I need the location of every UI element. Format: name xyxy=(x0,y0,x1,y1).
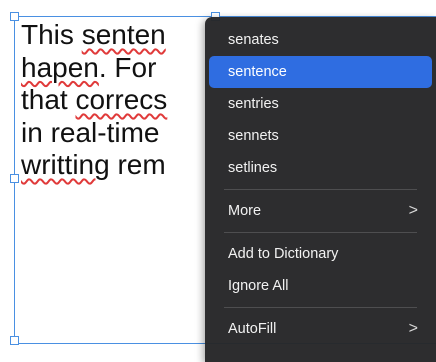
suggestion-sentries[interactable]: sentries xyxy=(209,88,432,120)
menu-item-autofill[interactable]: AutoFill > xyxy=(209,313,432,345)
suggestion-setlines[interactable]: setlines xyxy=(209,152,432,184)
text-fragment: rem xyxy=(109,149,166,180)
text-fragment: . For xyxy=(98,51,157,83)
text-fragment: in real-time xyxy=(21,116,160,148)
chevron-right-icon: > xyxy=(408,320,418,337)
menu-item-label: More xyxy=(228,203,262,219)
chevron-right-icon: > xyxy=(408,202,418,219)
menu-separator xyxy=(224,307,417,308)
misspelled-word[interactable]: hapen xyxy=(21,52,99,83)
menu-item-add-to-dictionary[interactable]: Add to Dictionary xyxy=(209,238,432,270)
context-menu: senates sentence sentries sennets setlin… xyxy=(205,17,436,362)
text-fragment: This xyxy=(21,19,82,50)
resize-handle-top-left[interactable] xyxy=(10,12,19,21)
suggestion-senates[interactable]: senates xyxy=(209,24,432,56)
menu-separator xyxy=(224,232,417,233)
misspelled-word[interactable]: correcs xyxy=(75,84,167,115)
suggestion-sennets[interactable]: sennets xyxy=(209,120,432,152)
menu-separator xyxy=(224,189,417,190)
resize-handle-middle-left[interactable] xyxy=(10,174,19,183)
text-fragment: that xyxy=(21,84,76,115)
menu-item-label: AutoFill xyxy=(228,321,277,337)
misspelled-word[interactable]: writting xyxy=(21,149,110,180)
suggestion-sentence[interactable]: sentence xyxy=(209,56,432,88)
misspelled-word[interactable]: senten xyxy=(82,19,166,50)
resize-handle-bottom-left[interactable] xyxy=(10,336,19,345)
menu-item-ignore-all[interactable]: Ignore All xyxy=(209,270,432,302)
menu-item-more[interactable]: More > xyxy=(209,195,432,227)
